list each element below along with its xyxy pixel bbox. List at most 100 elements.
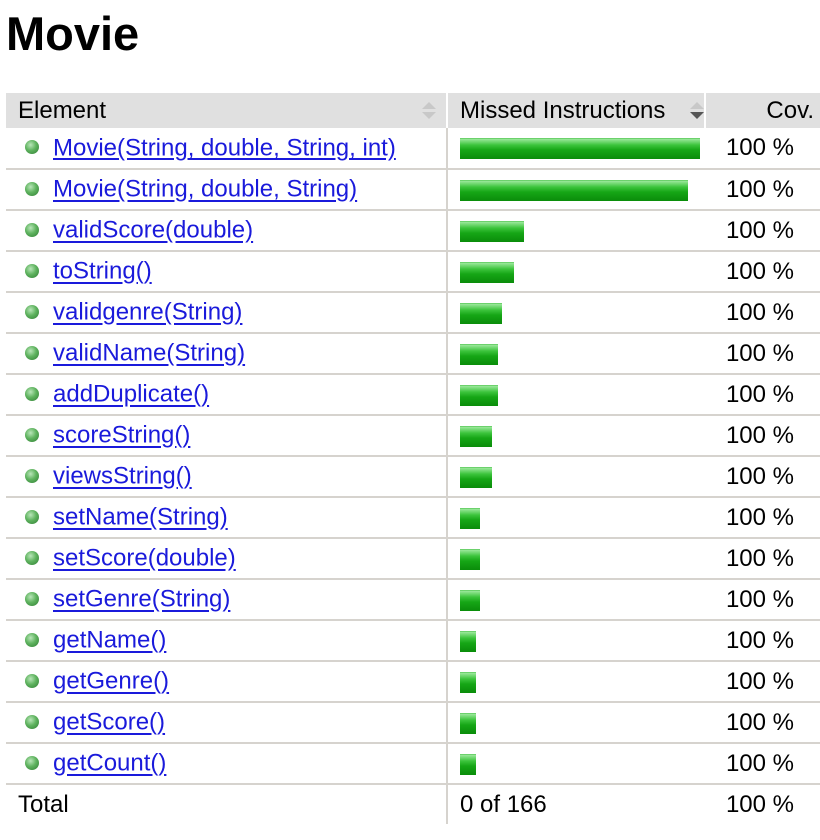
coverage-bar bbox=[460, 630, 476, 652]
method-icon bbox=[25, 386, 39, 401]
element-cell: validName(String) bbox=[6, 333, 448, 375]
method-icon bbox=[25, 714, 39, 729]
missed-instructions-cell bbox=[447, 743, 705, 785]
method-link[interactable]: setName(String) bbox=[53, 504, 228, 531]
method-link[interactable]: validName(String) bbox=[53, 340, 245, 367]
method-icon bbox=[25, 304, 39, 319]
method-link[interactable]: setGenre(String) bbox=[53, 586, 230, 613]
coverage-bar bbox=[460, 261, 514, 283]
table-row: getCount() 100 % bbox=[6, 743, 820, 785]
method-icon bbox=[25, 509, 39, 524]
element-cell: setGenre(String) bbox=[6, 579, 448, 621]
method-icon bbox=[25, 632, 39, 647]
element-cell: setScore(double) bbox=[6, 538, 448, 580]
method-link[interactable]: getName() bbox=[53, 627, 166, 654]
coverage-cell: 100 % bbox=[705, 661, 820, 703]
table-row: scoreString() 100 % bbox=[6, 415, 820, 457]
coverage-bar bbox=[460, 548, 480, 570]
table-row: getGenre() 100 % bbox=[6, 661, 820, 703]
element-cell: addDuplicate() bbox=[6, 374, 448, 416]
method-link[interactable]: getScore() bbox=[53, 709, 165, 736]
missed-instructions-cell bbox=[447, 497, 705, 539]
missed-instructions-cell bbox=[447, 702, 705, 744]
method-icon bbox=[25, 468, 39, 483]
method-link[interactable]: setScore(double) bbox=[53, 545, 236, 572]
column-header-element[interactable]: Element bbox=[6, 93, 448, 128]
coverage-cell: 100 % bbox=[705, 374, 820, 416]
method-link[interactable]: Movie(String, double, String, int) bbox=[53, 134, 396, 161]
total-missed: 0 of 166 bbox=[460, 790, 547, 818]
header-row: Element Missed Instructions Cov. bbox=[6, 93, 820, 128]
table-row: getName() 100 % bbox=[6, 620, 820, 662]
table-row: setGenre(String) 100 % bbox=[6, 579, 820, 621]
total-label: Total bbox=[6, 784, 448, 824]
coverage-bar bbox=[460, 302, 502, 324]
method-link[interactable]: getCount() bbox=[53, 750, 166, 777]
missed-instructions-cell bbox=[447, 210, 705, 252]
column-header-element-label: Element bbox=[18, 96, 107, 124]
coverage-cell: 100 % bbox=[705, 128, 820, 170]
table-row: validScore(double) 100 % bbox=[6, 210, 820, 252]
method-link[interactable]: validgenre(String) bbox=[53, 299, 242, 326]
element-cell: getGenre() bbox=[6, 661, 448, 703]
method-icon bbox=[25, 263, 39, 278]
method-icon bbox=[25, 345, 39, 360]
missed-instructions-cell bbox=[447, 374, 705, 416]
method-link[interactable]: addDuplicate() bbox=[53, 381, 209, 408]
method-link[interactable]: viewsString() bbox=[53, 463, 192, 490]
missed-instructions-cell bbox=[447, 292, 705, 334]
missed-instructions-cell bbox=[447, 620, 705, 662]
coverage-cell: 100 % bbox=[705, 579, 820, 621]
method-link[interactable]: validScore(double) bbox=[53, 217, 253, 244]
method-link[interactable]: scoreString() bbox=[53, 422, 190, 449]
coverage-bar bbox=[460, 507, 480, 529]
column-header-missed-label: Missed Instructions bbox=[460, 96, 666, 124]
coverage-bar bbox=[460, 343, 498, 365]
method-icon bbox=[25, 140, 39, 155]
method-icon bbox=[25, 673, 39, 688]
coverage-bar bbox=[460, 753, 476, 775]
coverage-cell: 100 % bbox=[705, 251, 820, 293]
coverage-cell: 100 % bbox=[705, 169, 820, 211]
missed-instructions-cell bbox=[447, 579, 705, 621]
coverage-cell: 100 % bbox=[705, 210, 820, 252]
element-cell: viewsString() bbox=[6, 456, 448, 498]
table-row: viewsString() 100 % bbox=[6, 456, 820, 498]
coverage-bar bbox=[460, 671, 476, 693]
element-cell: Movie(String, double, String) bbox=[6, 169, 448, 211]
element-cell: validgenre(String) bbox=[6, 292, 448, 334]
method-link[interactable]: Movie(String, double, String) bbox=[53, 176, 357, 203]
column-header-missed-instructions[interactable]: Missed Instructions bbox=[447, 93, 706, 128]
coverage-cell: 100 % bbox=[705, 620, 820, 662]
column-header-coverage[interactable]: Cov. bbox=[705, 93, 820, 128]
coverage-bar bbox=[460, 466, 492, 488]
missed-instructions-cell bbox=[447, 169, 705, 211]
total-coverage: 100 % bbox=[725, 790, 794, 818]
table-row: Movie(String, double, String, int) 100 % bbox=[6, 128, 820, 170]
method-link[interactable]: getGenre() bbox=[53, 668, 169, 695]
coverage-cell: 100 % bbox=[705, 702, 820, 744]
coverage-cell: 100 % bbox=[705, 743, 820, 785]
coverage-bar bbox=[460, 384, 498, 406]
missed-instructions-cell bbox=[447, 251, 705, 293]
method-link[interactable]: toString() bbox=[53, 258, 152, 285]
element-cell: setName(String) bbox=[6, 497, 448, 539]
table-row: toString() 100 % bbox=[6, 251, 820, 293]
element-cell: toString() bbox=[6, 251, 448, 293]
element-cell: getCount() bbox=[6, 743, 448, 785]
coverage-table: Element Missed Instructions Cov. Movie(S… bbox=[6, 93, 820, 824]
coverage-bar bbox=[460, 425, 492, 447]
coverage-bar bbox=[460, 138, 700, 160]
total-row: Total 0 of 166 100 % bbox=[6, 784, 820, 824]
sort-icon bbox=[422, 102, 436, 120]
missed-instructions-cell bbox=[447, 661, 705, 703]
method-icon bbox=[25, 181, 39, 196]
sort-descending-icon bbox=[690, 102, 704, 120]
table-row: getScore() 100 % bbox=[6, 702, 820, 744]
method-icon bbox=[25, 550, 39, 565]
coverage-cell: 100 % bbox=[705, 497, 820, 539]
table-row: Movie(String, double, String) 100 % bbox=[6, 169, 820, 211]
coverage-cell: 100 % bbox=[705, 292, 820, 334]
coverage-cell: 100 % bbox=[705, 333, 820, 375]
method-icon bbox=[25, 427, 39, 442]
